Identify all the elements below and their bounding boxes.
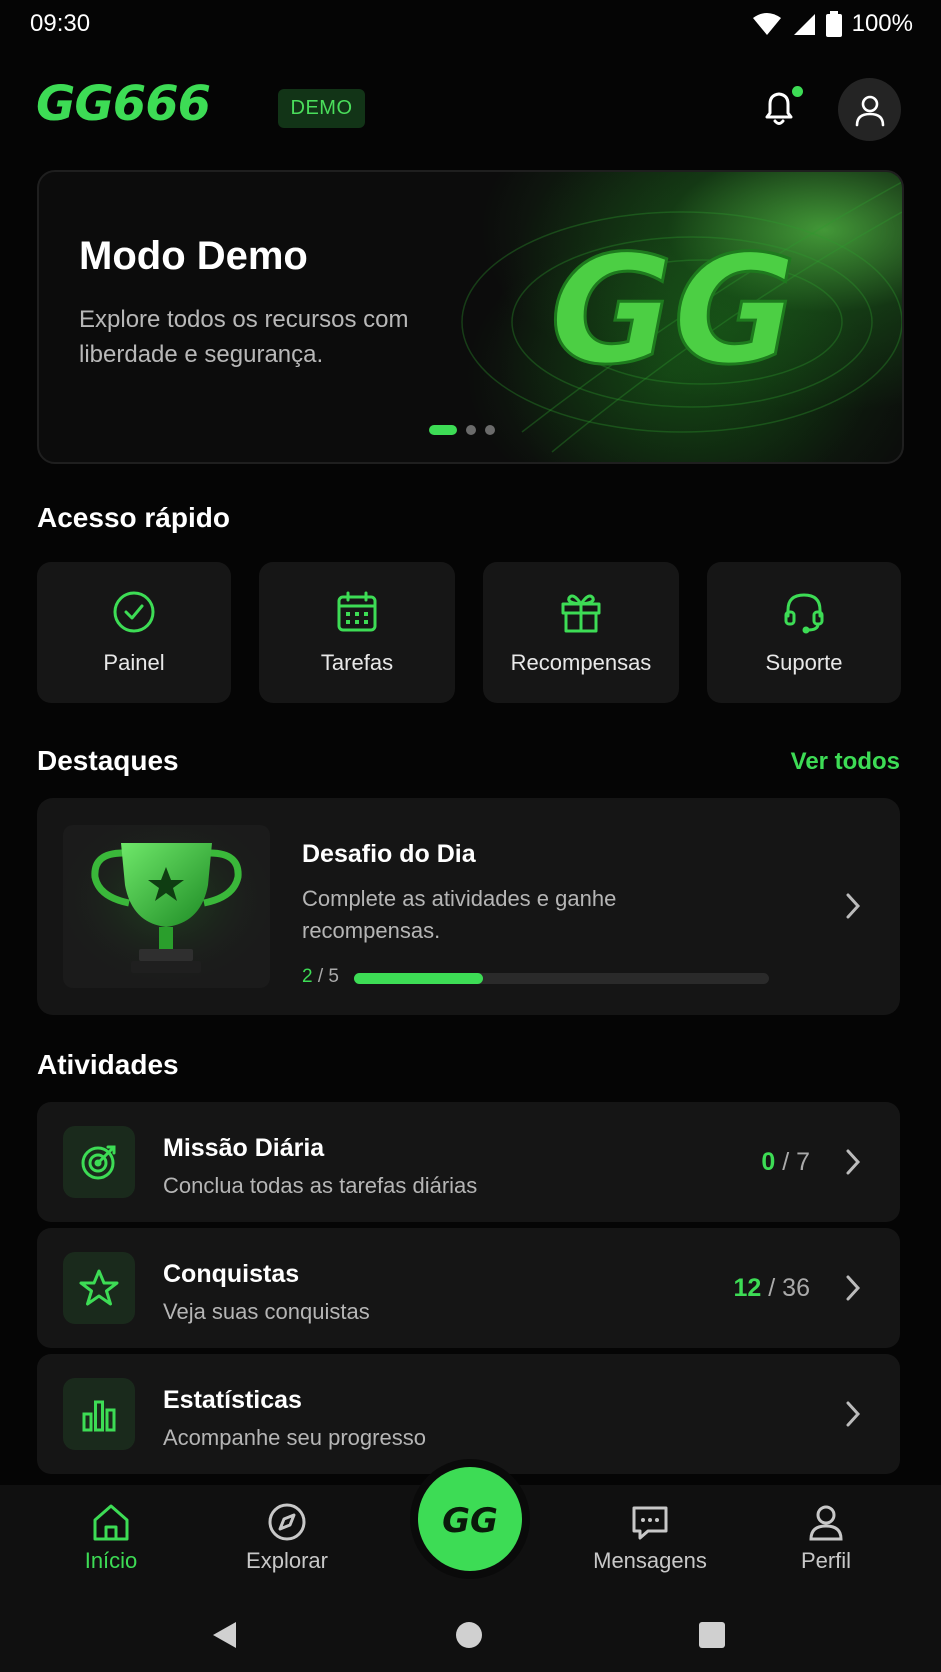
system-home-icon[interactable] <box>455 1621 483 1649</box>
nav-home[interactable]: Início <box>41 1502 181 1574</box>
chevron-right-icon <box>846 893 861 919</box>
quick-painel-label: Painel <box>103 650 165 675</box>
carousel-dot-2[interactable] <box>466 425 476 435</box>
status-icons: 100% <box>752 10 913 38</box>
signal-icon <box>793 14 815 35</box>
banner-subtitle: Explore todos os recursos com liberdade … <box>79 306 409 368</box>
activity-count: 12 / 36 <box>733 1274 810 1302</box>
battery-icon <box>825 11 842 37</box>
app-logo[interactable]: GG666 <box>36 76 251 133</box>
promo-banner[interactable]: GG Modo Demo Explore todos os recursos c… <box>37 170 904 464</box>
challenge-title: Desafio do Dia <box>302 840 476 868</box>
challenge-progress-text: 2 / 5 <box>302 966 339 987</box>
activity-subtitle: Veja suas conquistas <box>163 1299 370 1324</box>
profile-avatar-button[interactable] <box>838 78 901 141</box>
nav-messages-label: Mensagens <box>593 1548 707 1573</box>
nav-explore[interactable]: Explorar <box>217 1502 357 1574</box>
banner-artwork: GG <box>382 172 902 462</box>
activity-icon-box <box>63 1252 135 1324</box>
demo-badge: DEMO <box>278 89 365 128</box>
user-icon <box>809 1505 843 1541</box>
challenge-progress-bar <box>354 973 769 984</box>
quick-suporte-label: Suporte <box>765 650 843 675</box>
activity-title: Conquistas <box>163 1260 300 1288</box>
trophy-image <box>63 825 270 988</box>
activity-count: 0 / 7 <box>761 1148 810 1176</box>
system-back-icon[interactable] <box>210 1620 240 1650</box>
activity-title: Estatísticas <box>163 1386 302 1414</box>
bar-chart-icon <box>82 1400 116 1432</box>
logo-text: GG666 <box>36 78 210 128</box>
calendar-icon <box>337 591 377 632</box>
check-circle-icon <box>113 591 155 633</box>
see-all-link[interactable]: Ver todos <box>791 748 900 776</box>
chevron-right-icon <box>846 1149 861 1175</box>
headset-icon <box>784 593 824 634</box>
challenge-progress-fill <box>354 973 483 984</box>
nav-profile[interactable]: Perfil <box>756 1502 896 1574</box>
compass-icon <box>268 1503 306 1541</box>
svg-text:GG: GG <box>550 242 796 382</box>
chevron-right-icon <box>846 1401 861 1427</box>
activity-subtitle: Conclua todas as tarefas diárias <box>163 1173 478 1198</box>
quick-recompensas-label: Recompensas <box>510 650 652 675</box>
notification-dot <box>792 86 803 97</box>
gift-icon <box>561 594 601 633</box>
user-icon <box>855 95 884 126</box>
nav-profile-label: Perfil <box>800 1548 852 1573</box>
status-time: 09:30 <box>30 10 91 37</box>
quick-recompensas-button[interactable]: Recompensas <box>483 562 679 703</box>
nav-explore-label: Explorar <box>246 1548 328 1573</box>
target-icon <box>81 1145 116 1180</box>
system-recents-icon[interactable] <box>698 1621 726 1649</box>
activities-title: Atividades <box>37 1049 179 1080</box>
quick-suporte-button[interactable]: Suporte <box>707 562 901 703</box>
center-gg-button[interactable]: GG <box>418 1467 522 1571</box>
activity-icon-box <box>63 1126 135 1198</box>
quick-tarefas-button[interactable]: Tarefas <box>259 562 455 703</box>
svg-text:GG: GG <box>442 1501 498 1539</box>
gg-art-logo: GG <box>550 242 798 382</box>
activity-statistics[interactable]: Estatísticas Acompanhe seu progresso <box>37 1354 900 1474</box>
star-icon <box>79 1269 119 1306</box>
carousel-dot-3[interactable] <box>485 425 495 435</box>
chat-icon <box>632 1506 668 1540</box>
quick-access-title: Acesso rápido <box>37 502 230 533</box>
battery-level: 100% <box>851 10 913 37</box>
wifi-icon <box>752 13 781 35</box>
highlights-title: Destaques <box>37 745 179 776</box>
nav-messages[interactable]: Mensagens <box>580 1502 720 1574</box>
quick-painel-button[interactable]: Painel <box>37 562 231 703</box>
nav-home-label: Início <box>84 1548 138 1573</box>
trophy-icon <box>63 825 270 988</box>
activity-icon-box <box>63 1378 135 1450</box>
chevron-right-icon <box>846 1275 861 1301</box>
challenge-description: Complete as atividades e ganhe recompens… <box>302 886 617 943</box>
daily-challenge-card[interactable]: Desafio do Dia Complete as atividades e … <box>37 798 900 1015</box>
carousel-dots[interactable] <box>429 425 495 435</box>
home-icon <box>93 1504 129 1541</box>
activity-daily-mission[interactable]: Missão Diária Conclua todas as tarefas d… <box>37 1102 900 1222</box>
banner-title: Modo Demo <box>79 234 308 278</box>
carousel-dot-1[interactable] <box>429 425 457 435</box>
quick-tarefas-label: Tarefas <box>320 650 394 675</box>
activity-subtitle: Acompanhe seu progresso <box>163 1425 426 1450</box>
activity-title: Missão Diária <box>163 1134 325 1162</box>
gg-logo-icon: GG <box>442 1501 498 1539</box>
activity-achievements[interactable]: Conquistas Veja suas conquistas 12 / 36 <box>37 1228 900 1348</box>
